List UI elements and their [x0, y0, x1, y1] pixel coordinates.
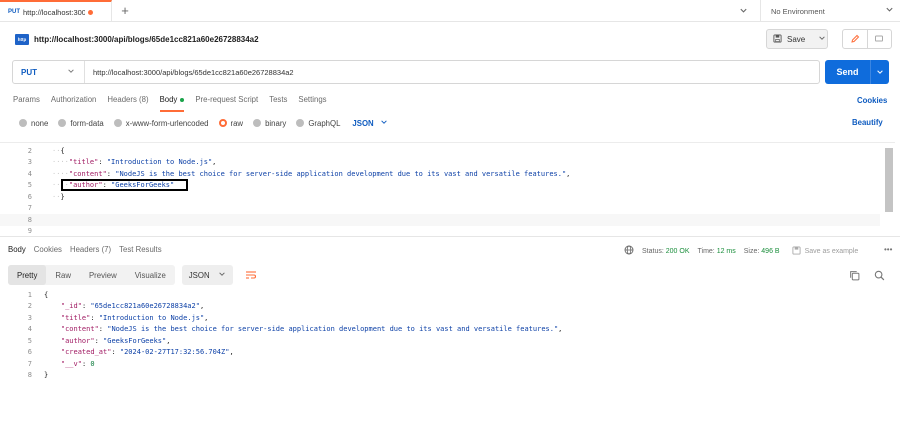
- tab-test-results[interactable]: Test Results: [119, 245, 161, 254]
- highlight-box: [61, 179, 188, 191]
- request-tab[interactable]: PUT http://localhost:3000/ap: [0, 0, 112, 22]
- editor-line: 2 ··{: [27, 146, 65, 155]
- tab-pre-request-script[interactable]: Pre-request Script: [195, 95, 258, 113]
- environment-chevron-icon: [885, 5, 894, 16]
- save-chevron-icon[interactable]: [818, 34, 826, 44]
- view-mode-tabs: Pretty Raw Preview Visualize: [8, 265, 175, 285]
- tab-body-label: Body: [159, 95, 178, 104]
- radio-circle-icon: [296, 119, 305, 127]
- body-type-options: none form-data x-www-form-urlencoded raw…: [19, 118, 388, 128]
- copy-icon[interactable]: [847, 268, 861, 282]
- view-pretty[interactable]: Pretty: [8, 265, 47, 285]
- view-visualize[interactable]: Visualize: [126, 265, 175, 285]
- editor-line: 4 ····"content": "NodeJS is the best cho…: [27, 169, 571, 178]
- radio-raw[interactable]: raw: [218, 119, 243, 128]
- save-as-example-button[interactable]: Save as example: [792, 245, 859, 257]
- floppy-disk-icon: [792, 245, 801, 257]
- response-line: 1 {: [27, 290, 49, 299]
- send-button[interactable]: Send: [825, 60, 889, 84]
- tab-response-cookies[interactable]: Cookies: [34, 245, 62, 254]
- pencil-icon[interactable]: [843, 30, 868, 48]
- tab-overflow-chevron-icon[interactable]: [736, 3, 750, 17]
- http-request-icon: http: [15, 34, 29, 45]
- environment-selector[interactable]: No Environment: [760, 0, 900, 22]
- radio-selected-icon: [218, 119, 227, 127]
- tab-params[interactable]: Params: [13, 95, 40, 113]
- tab-tests[interactable]: Tests: [269, 95, 287, 113]
- globe-icon[interactable]: [624, 245, 634, 257]
- tab-response-headers[interactable]: Headers (7): [70, 245, 111, 254]
- body-format-selector[interactable]: JSON: [352, 118, 387, 128]
- radio-x-www-form-urlencoded[interactable]: x-www-form-urlencoded: [113, 119, 209, 128]
- response-tabs: Body Cookies Headers (7) Test Results: [8, 245, 170, 254]
- status-text[interactable]: Status: 200 OK: [642, 248, 690, 255]
- radio-form-data[interactable]: form-data: [58, 119, 104, 128]
- response-view-controls: Pretty Raw Preview Visualize JSON: [8, 265, 261, 285]
- view-raw[interactable]: Raw: [46, 265, 80, 285]
- response-line: 7 "__v": 0: [27, 359, 95, 368]
- save-as-example-label: Save as example: [804, 247, 859, 255]
- radio-circle-icon: [58, 119, 67, 127]
- divider: [0, 236, 900, 237]
- editor-mode-toggle: [842, 29, 892, 49]
- method-chevron-icon: [67, 67, 75, 77]
- response-meta: Status: 200 OK Time: 12 ms Size: 496 B S…: [624, 245, 858, 257]
- response-line: 8 }: [27, 371, 49, 380]
- environment-label: No Environment: [771, 6, 825, 16]
- response-body-viewer[interactable]: 1 { 2 "_id": "65de1cc821a60e26728834a2",…: [0, 289, 895, 389]
- url-input[interactable]: [85, 61, 819, 83]
- cookies-link[interactable]: Cookies: [857, 96, 887, 105]
- save-label: Save: [787, 34, 806, 44]
- editor-scrollbar[interactable]: [885, 148, 893, 212]
- response-line: 6 "created_at": "2024-02-27T17:32:56.704…: [27, 348, 234, 357]
- tab-body[interactable]: Body: [159, 95, 185, 113]
- response-line: 5 "author": "GeeksForGeeks",: [27, 336, 171, 345]
- wrap-lines-icon[interactable]: [241, 265, 261, 285]
- editor-line: 7: [27, 204, 32, 213]
- body-indicator-dot-icon: [180, 97, 185, 102]
- time-text[interactable]: Time: 12 ms: [698, 248, 736, 255]
- response-line: 2 "_id": "65de1cc821a60e26728834a2",: [27, 302, 205, 311]
- tab-authorization[interactable]: Authorization: [51, 95, 97, 113]
- method-selector[interactable]: PUT: [13, 61, 85, 83]
- more-options-icon[interactable]: •••: [884, 245, 892, 254]
- radio-graphql[interactable]: GraphQL: [296, 119, 340, 128]
- comment-icon[interactable]: [868, 30, 892, 48]
- editor-line: 6 ··}: [27, 192, 65, 201]
- format-chevron-icon: [218, 270, 226, 280]
- url-bar: PUT: [12, 60, 820, 84]
- tab-response-body[interactable]: Body: [8, 245, 26, 254]
- response-format-selector[interactable]: JSON: [181, 265, 233, 285]
- response-line: 4 "content": "NodeJS is the best choice …: [27, 325, 563, 334]
- radio-none[interactable]: none: [19, 119, 48, 128]
- tab-settings[interactable]: Settings: [298, 95, 326, 113]
- tab-bar: PUT http://localhost:3000/ap + No Enviro…: [0, 0, 900, 22]
- send-label: Send: [825, 60, 871, 84]
- radio-circle-icon: [19, 119, 27, 127]
- new-tab-plus-icon[interactable]: +: [118, 3, 132, 18]
- request-title[interactable]: http://localhost:3000/api/blogs/65de1cc8…: [34, 35, 259, 44]
- method-label: PUT: [21, 67, 37, 77]
- floppy-disk-icon: [773, 33, 782, 45]
- tab-name: http://localhost:3000/ap: [23, 7, 85, 17]
- format-chevron-icon: [380, 119, 388, 128]
- request-tabs: Params Authorization Headers (8) Body Pr…: [13, 95, 338, 113]
- editor-line-current: 8: [0, 214, 880, 226]
- save-button[interactable]: Save: [766, 29, 828, 49]
- beautify-link[interactable]: Beautify: [852, 118, 883, 127]
- tab-method: PUT: [8, 9, 20, 15]
- tab-headers[interactable]: Headers (8): [107, 95, 148, 113]
- search-icon[interactable]: [872, 268, 886, 282]
- radio-circle-icon: [253, 119, 262, 127]
- send-chevron-icon[interactable]: [871, 60, 889, 84]
- size-text[interactable]: Size: 496 B: [744, 248, 780, 255]
- response-line: 3 "title": "Introduction to Node.js",: [27, 313, 209, 322]
- unsaved-dot-icon: [88, 9, 93, 15]
- editor-line: 3 ····"title": "Introduction to Node.js"…: [27, 158, 217, 167]
- radio-binary[interactable]: binary: [253, 119, 286, 128]
- radio-circle-icon: [113, 119, 122, 127]
- view-preview[interactable]: Preview: [80, 265, 126, 285]
